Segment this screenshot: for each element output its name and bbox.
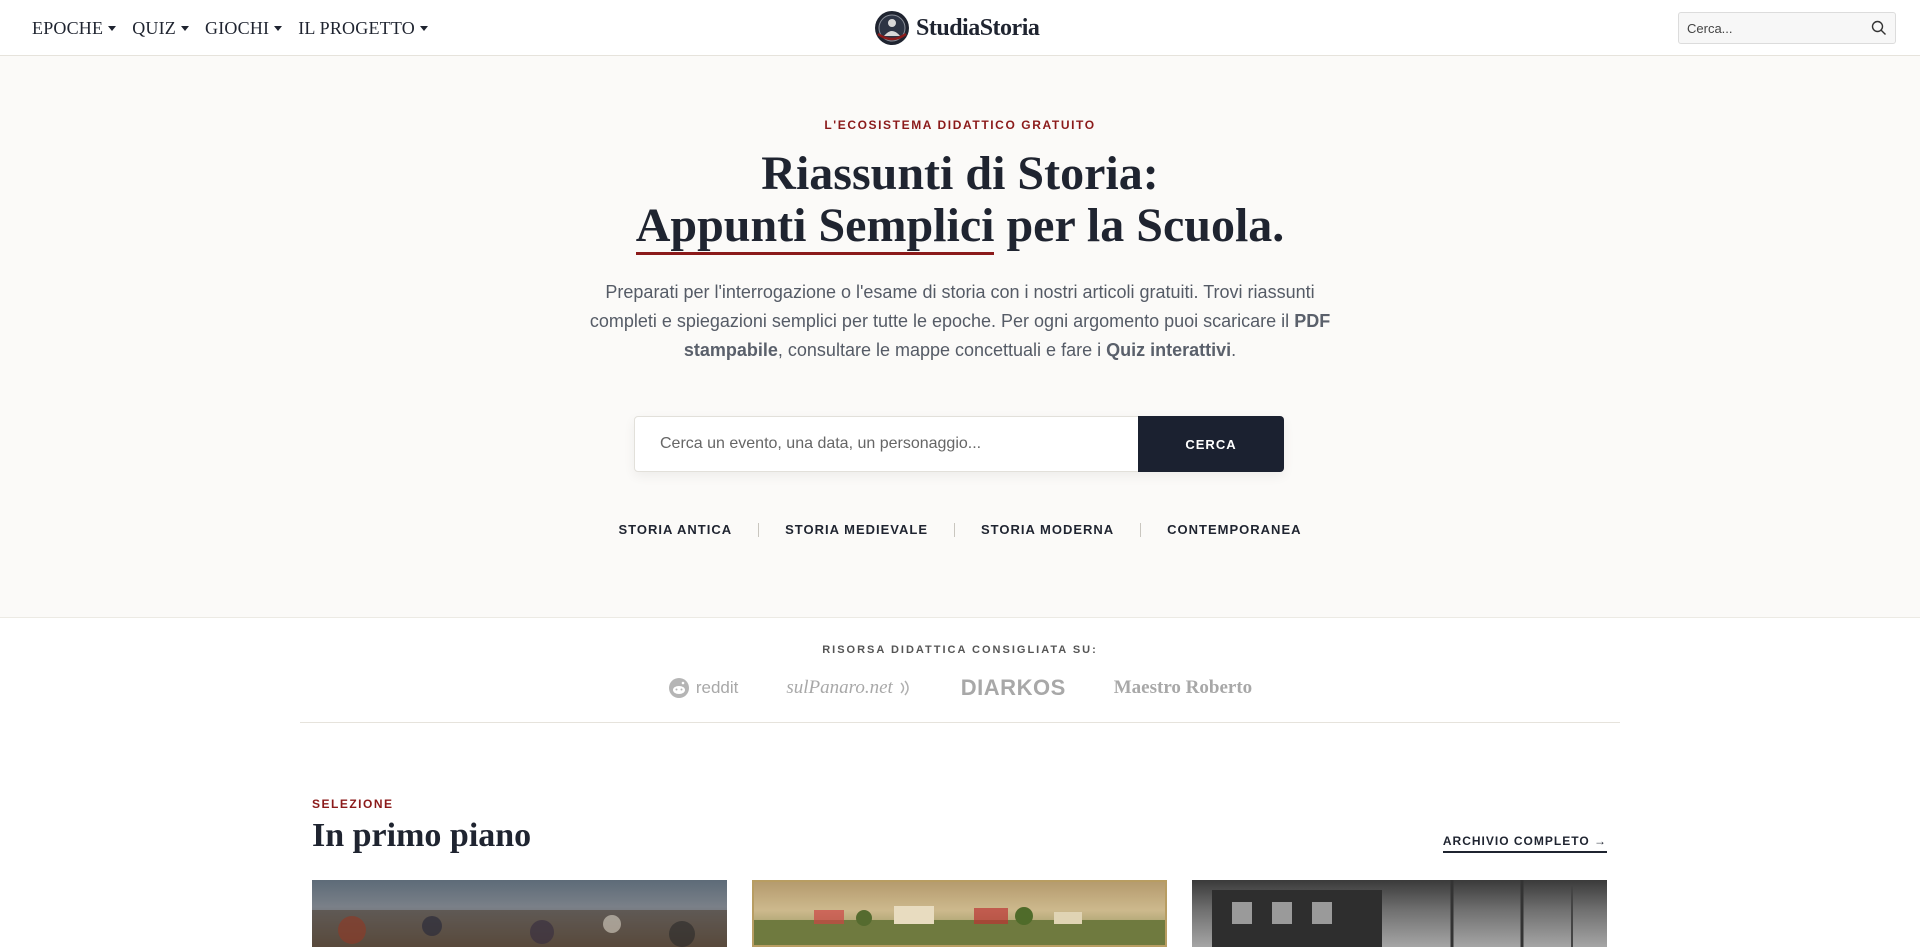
nav-quiz[interactable]: QUIZ (132, 18, 190, 39)
caret-down-icon (108, 25, 117, 31)
hero-title: Riassunti di Storia: Appunti Semplici pe… (0, 147, 1920, 255)
nav-giochi[interactable]: GIOCHI (205, 18, 283, 39)
painting-thumbnail (312, 910, 727, 947)
reddit-icon (668, 678, 689, 698)
top-navbar: EPOCHE QUIZ GIOCHI IL PROGETTO StudiaSto… (0, 0, 1920, 56)
quiz-highlight: Quiz interattivi (1106, 340, 1232, 360)
village-painting-thumbnail (754, 906, 1165, 945)
nav-epoche[interactable]: EPOCHE (32, 18, 117, 39)
caret-down-icon (181, 25, 190, 31)
maestro-roberto-logo: Maestro Roberto (1113, 677, 1253, 698)
diarkos-logo: DIARKOS (960, 675, 1066, 700)
epoch-link-contemporanea[interactable]: CONTEMPORANEA (1141, 522, 1327, 537)
reddit-logo: reddit (668, 677, 738, 699)
caret-down-icon (419, 25, 428, 31)
sulpanaro-logo: sulPanaro.net (786, 677, 912, 699)
archive-link[interactable]: ARCHIVIO COMPLETO → (1442, 834, 1607, 853)
epoch-link-storia-medievale[interactable]: STORIA MEDIEVALE (759, 522, 954, 537)
brand-logo-link[interactable]: StudiaStoria (874, 10, 1040, 46)
section-divider (300, 722, 1620, 723)
epoch-links: STORIA ANTICA STORIA MEDIEVALE STORIA MO… (0, 522, 1920, 537)
signal-waves-icon (900, 680, 909, 696)
hero-description: Preparati per l'interrogazione o l'esame… (589, 282, 1331, 360)
epoch-link-storia-antica[interactable]: STORIA ANTICA (592, 522, 758, 537)
search-icon[interactable] (1871, 20, 1887, 36)
main-menu: EPOCHE QUIZ GIOCHI IL PROGETTO (32, 0, 428, 56)
hero-title-rest: per la Scuola. (994, 199, 1285, 252)
featured-eyebrow: SELEZIONE (312, 797, 394, 811)
historic-photo-thumbnail (1212, 880, 1573, 947)
trust-label: RISORSA DIDATTICA CONSIGLIATA SU: (822, 644, 1098, 656)
featured-card-image[interactable] (312, 880, 727, 947)
hero-search-box: CERCA (634, 416, 1284, 472)
navbar-search-input[interactable] (1679, 13, 1875, 43)
trust-logos: reddit sulPanaro.net DIARKOS Maestro Rob… (0, 670, 1920, 706)
nav-il-progetto[interactable]: IL PROGETTO (298, 18, 428, 39)
epoch-link-storia-moderna[interactable]: STORIA MODERNA (955, 522, 1140, 537)
featured-card-image[interactable] (1192, 880, 1607, 947)
featured-title: In primo piano (312, 817, 532, 854)
brand-emblem-icon (875, 11, 909, 45)
hero-title-line1: Riassunti di Storia: (761, 147, 1159, 200)
hero-title-underlined: Appunti Semplici (635, 199, 995, 255)
hero-eyebrow: L'ECOSISTEMA DIDATTICO GRATUITO (824, 118, 1096, 132)
caret-down-icon (274, 25, 283, 31)
hero-search-input[interactable] (635, 417, 1139, 471)
brand-name: StudiaStoria (916, 14, 1040, 41)
hero-section: L'ECOSISTEMA DIDATTICO GRATUITO Riassunt… (0, 56, 1920, 618)
featured-card-image[interactable] (752, 880, 1167, 947)
hero-search-button[interactable]: CERCA (1138, 416, 1284, 472)
navbar-search (1678, 12, 1896, 44)
